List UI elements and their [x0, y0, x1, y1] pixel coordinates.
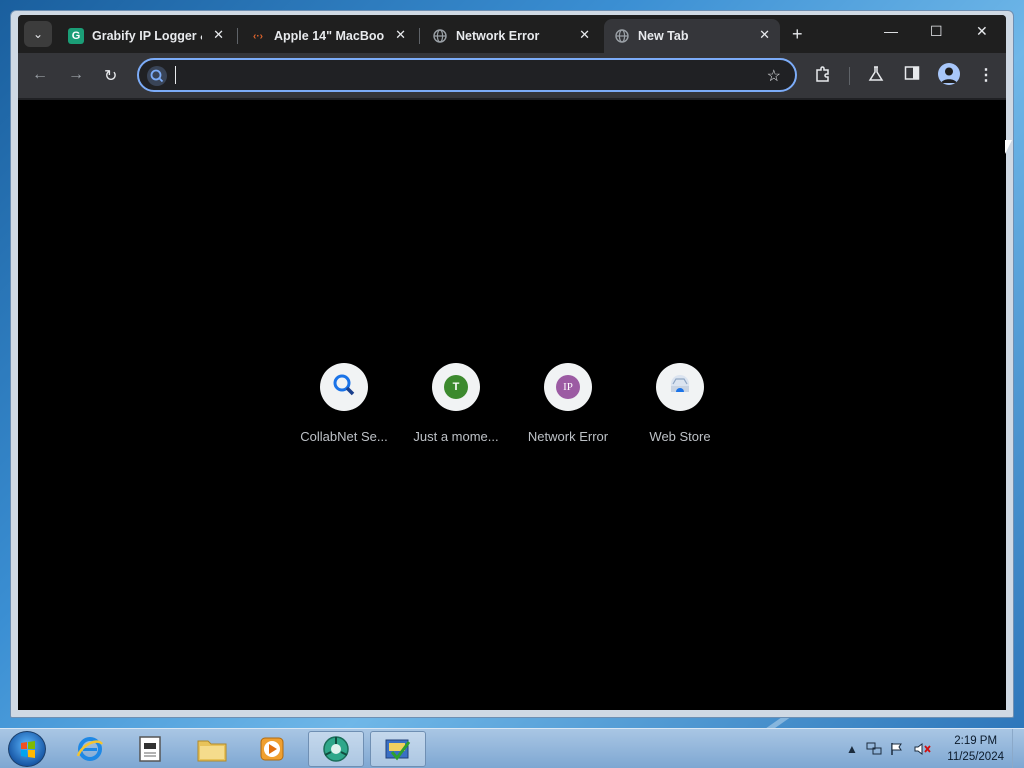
volume-muted-icon[interactable]: [914, 742, 932, 759]
taskbar-notepad[interactable]: [122, 731, 178, 767]
setup-app-icon: [385, 739, 411, 761]
clock-time: 2:19 PM: [954, 735, 998, 747]
notepad-document-icon: [139, 736, 161, 762]
new-tab-page: CollabNet Se... T Just a mome... IP Netw…: [18, 100, 1006, 710]
plus-icon[interactable]: +: [792, 24, 803, 45]
browser-toolbar: ← → ↻ ☆ ⋮: [18, 53, 1006, 99]
shortcut-tile[interactable]: IP: [544, 363, 592, 411]
shortcut-tile[interactable]: [320, 363, 368, 411]
shortcut-label: CollabNet Se...: [300, 429, 388, 444]
web-store-icon: [667, 372, 693, 403]
maximize-icon[interactable]: ☐: [930, 23, 943, 40]
tab-title: Grabify IP Logger &: [92, 29, 202, 43]
letter-badge: IP: [556, 375, 580, 399]
bookmark-star-icon[interactable]: ☆: [767, 66, 781, 86]
media-player-icon: [260, 737, 284, 761]
taskbar-browser[interactable]: [308, 731, 364, 767]
address-input[interactable]: [173, 65, 753, 87]
globe-icon: [614, 28, 630, 44]
reload-icon[interactable]: ↻: [104, 66, 117, 86]
internet-explorer-icon: [76, 737, 104, 761]
windows-logo-icon: [21, 741, 35, 758]
close-icon[interactable]: ✕: [395, 27, 406, 43]
tab-strip: ⌄ G Grabify IP Logger & ✕ ‹·› Apple 14" …: [18, 15, 1006, 53]
magnifier-icon: [331, 372, 357, 403]
browser-window: ⌄ G Grabify IP Logger & ✕ ‹·› Apple 14" …: [10, 10, 1014, 718]
letter-badge: T: [444, 375, 468, 399]
site-favicon-icon: ‹·›: [253, 30, 263, 42]
shortcut-tile[interactable]: [656, 363, 704, 411]
minimize-icon[interactable]: —: [884, 23, 898, 39]
close-icon[interactable]: ✕: [213, 27, 224, 43]
tab-macbook[interactable]: ‹·› Apple 14" MacBook ✕: [240, 19, 416, 53]
text-cursor: [175, 66, 176, 84]
tab-title: Apple 14" MacBook: [274, 29, 384, 43]
start-button[interactable]: [8, 731, 46, 767]
tab-divider: [237, 28, 238, 44]
tab-title: Network Error: [456, 29, 540, 43]
shortcut-label: Network Error: [527, 429, 609, 444]
profile-avatar[interactable]: [938, 63, 960, 85]
taskbar-setup-app[interactable]: [370, 731, 426, 767]
clock-date: 11/25/2024: [947, 751, 1004, 763]
file-explorer-icon: [197, 740, 227, 762]
shortcut-label: Just a mome...: [413, 429, 499, 444]
extensions-icon[interactable]: [814, 65, 832, 88]
taskbar-file-explorer[interactable]: [184, 731, 240, 767]
shortcut-network-error[interactable]: IP Network Error: [512, 363, 624, 444]
taskbar-internet-explorer[interactable]: [62, 731, 118, 767]
shortcut-web-store[interactable]: Web Store: [624, 363, 736, 444]
grabify-favicon-icon: G: [68, 28, 84, 44]
forward-arrow-icon[interactable]: →: [68, 66, 84, 84]
chevron-down-icon: ⌄: [32, 27, 44, 41]
show-desktop-button[interactable]: [1012, 729, 1024, 768]
shortcut-tile[interactable]: T: [432, 363, 480, 411]
back-arrow-icon[interactable]: ←: [32, 66, 48, 84]
taskbar-media-player[interactable]: [244, 731, 300, 767]
address-bar[interactable]: ☆: [137, 58, 797, 92]
close-window-icon[interactable]: ✕: [976, 23, 988, 40]
tab-divider: [419, 28, 420, 44]
tab-title: New Tab: [638, 29, 689, 43]
search-icon: [147, 66, 167, 86]
mouse-pointer: [1005, 140, 1012, 154]
tab-network-error[interactable]: Network Error ✕: [422, 19, 600, 53]
system-clock[interactable]: 2:19 PM 11/25/2024: [947, 733, 1004, 765]
toolbar-divider: [849, 67, 850, 85]
taskbar: ▲ 2:19 PM 11/25/2024: [0, 728, 1024, 768]
chrome-like-icon: [323, 736, 349, 762]
labs-flask-icon[interactable]: [868, 65, 884, 88]
shortcut-just-a-moment[interactable]: T Just a mome...: [400, 363, 512, 444]
close-icon[interactable]: ✕: [759, 27, 770, 43]
more-options-icon[interactable]: ⋮: [978, 65, 994, 85]
close-icon[interactable]: ✕: [579, 27, 590, 43]
globe-icon: [432, 28, 448, 44]
action-center-flag-icon[interactable]: [890, 742, 904, 759]
side-panel-icon[interactable]: [904, 65, 920, 86]
tab-search-button[interactable]: ⌄: [24, 21, 52, 47]
network-icon[interactable]: [866, 742, 882, 759]
shortcut-collabnet[interactable]: CollabNet Se...: [288, 363, 400, 444]
shortcut-label: Web Store: [649, 429, 711, 444]
tab-new-tab[interactable]: New Tab ✕: [604, 19, 780, 53]
chrome-frame: ⌄ G Grabify IP Logger & ✕ ‹·› Apple 14" …: [18, 15, 1006, 710]
tab-grabify[interactable]: G Grabify IP Logger & ✕: [58, 19, 234, 53]
show-hidden-icons-icon[interactable]: ▲: [846, 742, 858, 756]
